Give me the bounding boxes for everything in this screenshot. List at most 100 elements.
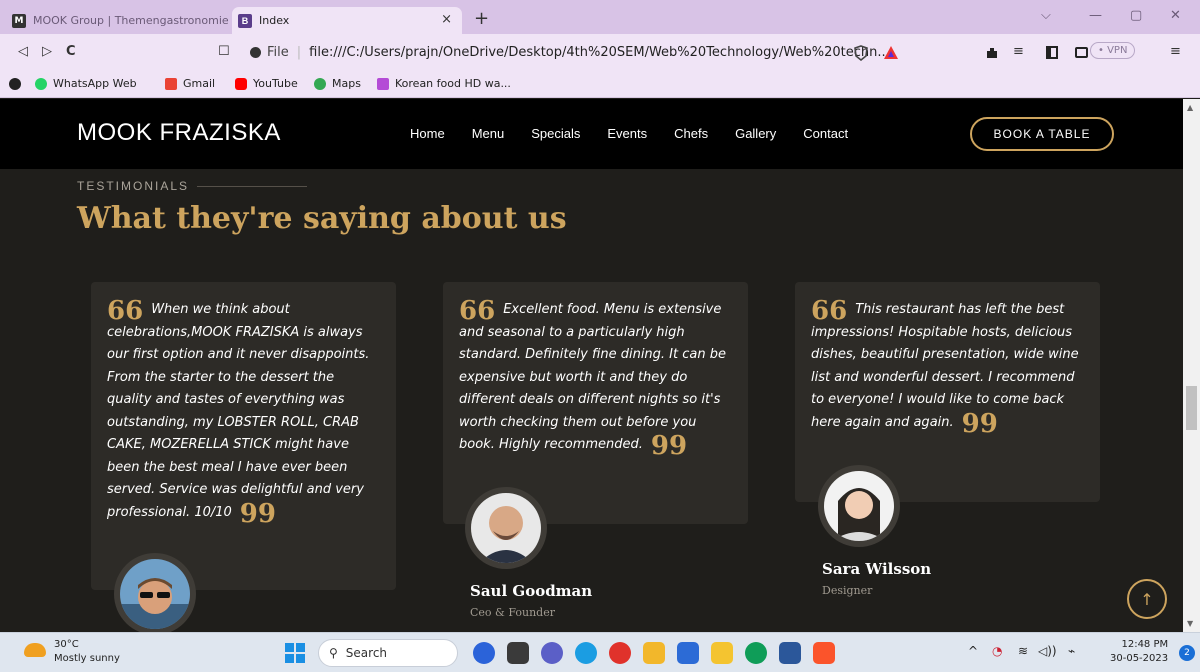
scroll-down-icon[interactable]: ▼ (1187, 619, 1193, 628)
volume-icon[interactable]: ◁)) (1038, 644, 1057, 658)
url-text: file:///C:/Users/prajn/OneDrive/Desktop/… (309, 45, 890, 60)
man-smiling-avatar-icon (471, 493, 541, 563)
wifi-icon[interactable]: ≋ (1018, 644, 1028, 658)
nav-contact[interactable]: Contact (803, 126, 848, 141)
tab-title: Index (259, 14, 290, 27)
word-app-icon[interactable] (779, 642, 801, 664)
section-label: TESTIMONIALS (77, 179, 308, 193)
search-label: Search (345, 646, 388, 660)
nav-home[interactable]: Home (410, 126, 445, 141)
testimonial-text: 66 When we think about celebrations,MOOK … (107, 298, 382, 527)
tray-app-icon[interactable]: ◔ (992, 644, 1002, 658)
edge-app-icon[interactable] (575, 642, 597, 664)
file-explorer-icon[interactable] (643, 642, 665, 664)
tray-overflow-icon[interactable]: ^ (968, 644, 978, 658)
close-window-button[interactable]: ✕ (1170, 8, 1181, 23)
close-quote-icon: 99 (239, 498, 276, 529)
task-view-icon[interactable] (507, 642, 529, 664)
bookmark-gmail[interactable]: Gmail (165, 77, 215, 90)
tab-close-icon[interactable]: × (441, 12, 452, 27)
nav-specials[interactable]: Specials (531, 126, 580, 141)
testimonial-text: 66 Excellent food. Menu is extensive and … (459, 296, 736, 459)
weather-widget[interactable]: 30°C Mostly sunny (54, 638, 120, 666)
chat-app-icon[interactable] (541, 642, 563, 664)
browser-tab-bar: M MOOK Group | Themengastronomie a B Ind… (0, 0, 1200, 34)
avatar (114, 553, 196, 632)
vpn-button[interactable]: • VPN (1090, 42, 1136, 59)
bookmark-label: YouTube (253, 77, 298, 90)
bookmark-label: Maps (332, 77, 361, 90)
sticky-notes-icon[interactable] (711, 642, 733, 664)
main-nav: Home Menu Specials Events Chefs Gallery … (410, 126, 875, 141)
reload-button[interactable]: C (66, 44, 76, 59)
woman-avatar-icon (824, 471, 894, 541)
meet-app-icon[interactable] (473, 642, 495, 664)
tab-search-icon[interactable]: ⌵ (1041, 8, 1051, 23)
clock[interactable]: 12:48 PM 30-05-2023 (1110, 638, 1168, 666)
page-scrollbar[interactable]: ▲ ▼ (1183, 99, 1200, 632)
avatar (818, 465, 900, 547)
extensions-icon[interactable] (985, 46, 999, 60)
mook-favicon-icon: M (12, 13, 26, 28)
menu-icon[interactable]: ≡ (1170, 44, 1181, 59)
testimonial-quote: This restaurant has left the best impres… (811, 302, 1079, 430)
scrollbar-thumb[interactable] (1186, 386, 1197, 430)
forward-button[interactable]: ▷ (42, 44, 52, 59)
maximize-button[interactable]: ▢ (1130, 8, 1142, 23)
brave-app-icon[interactable] (813, 642, 835, 664)
tab-mook-group[interactable]: M MOOK Group | Themengastronomie a (6, 7, 231, 34)
bootstrap-favicon-icon: B (238, 13, 252, 28)
start-button[interactable] (285, 643, 305, 663)
brave-shield-icon[interactable] (854, 45, 868, 61)
windows-logo-icon (296, 643, 305, 652)
notification-badge[interactable]: 2 (1179, 645, 1195, 661)
edge-dev-icon[interactable] (745, 642, 767, 664)
tab-index[interactable]: B Index × (232, 7, 462, 34)
bookmark-maps[interactable]: Maps (314, 77, 361, 90)
testimonial-quote: Excellent food. Menu is extensive and se… (459, 302, 726, 452)
site-header: MOOK FRAZISKA Home Menu Specials Events … (0, 99, 1183, 169)
nav-events[interactable]: Events (607, 126, 647, 141)
windows-taskbar: 30°C Mostly sunny ⚲ Search ^ ◔ ≋ ◁)) ⌁ 1… (0, 632, 1200, 672)
bookmark-label: Gmail (183, 77, 216, 90)
brave-rewards-icon[interactable] (883, 45, 899, 60)
open-quote-icon: 66 (811, 296, 848, 326)
globe-icon[interactable] (9, 78, 21, 90)
music-app-icon[interactable] (609, 642, 631, 664)
back-button[interactable]: ◁ (18, 44, 28, 59)
bookmark-page-icon[interactable]: ☐ (218, 44, 230, 59)
bookmark-label: Korean food HD wa... (395, 77, 511, 90)
url-scheme-label: File (267, 45, 289, 60)
reading-list-icon[interactable]: ≡ (1013, 44, 1024, 59)
bookmark-label: WhatsApp Web (53, 77, 137, 90)
minimize-button[interactable]: — (1089, 8, 1102, 23)
open-quote-icon: 66 (459, 296, 496, 326)
battery-icon[interactable]: ⌁ (1068, 644, 1075, 658)
nav-chefs[interactable]: Chefs (674, 126, 708, 141)
new-tab-button[interactable]: + (474, 8, 489, 29)
taskbar-search[interactable]: ⚲ Search (318, 639, 458, 667)
testimonial-name: Saul Goodman (470, 582, 593, 600)
nav-menu[interactable]: Menu (472, 126, 505, 141)
site-logo[interactable]: MOOK FRAZISKA (77, 119, 281, 147)
bookmark-youtube[interactable]: YouTube (235, 77, 298, 90)
info-icon (250, 47, 261, 58)
testimonial-text: 66 This restaurant has left the best impr… (811, 296, 1088, 437)
wallet-icon[interactable] (1075, 47, 1088, 58)
section-label-text: TESTIMONIALS (77, 179, 190, 193)
nav-gallery[interactable]: Gallery (735, 126, 776, 141)
close-quote-icon: 99 (650, 431, 688, 461)
temperature: 30°C (54, 639, 79, 650)
weather-sun-icon[interactable] (24, 643, 46, 657)
back-to-top-button[interactable]: ↑ (1127, 579, 1167, 619)
sidebar-icon[interactable] (1046, 46, 1058, 59)
bookmark-whatsapp[interactable]: WhatsApp Web (35, 77, 137, 90)
search-icon: ⚲ (329, 646, 338, 660)
bookmark-korean-food[interactable]: Korean food HD wa... (377, 77, 511, 90)
testimonial-quote: When we think about celebrations,MOOK FR… (107, 302, 370, 520)
book-a-table-button[interactable]: BOOK A TABLE (970, 117, 1114, 151)
store-app-icon[interactable] (677, 642, 699, 664)
maps-pin-icon (314, 77, 326, 90)
scroll-up-icon[interactable]: ▲ (1187, 103, 1193, 112)
url-input[interactable]: File | file:///C:/Users/prajn/OneDrive/D… (250, 40, 910, 65)
